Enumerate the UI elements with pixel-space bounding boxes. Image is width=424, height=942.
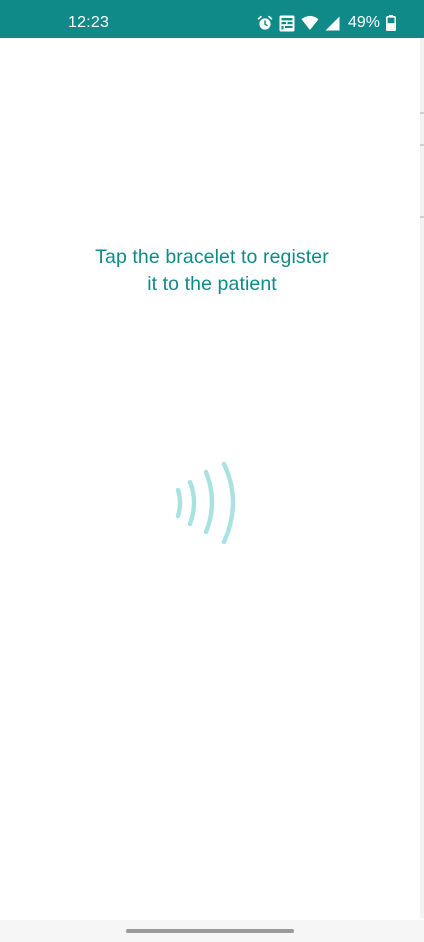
alarm-icon xyxy=(257,15,273,31)
instruction-line-1: Tap the bracelet to register xyxy=(95,246,329,268)
home-gesture-handle[interactable] xyxy=(126,929,294,933)
volte-icon xyxy=(279,15,295,32)
status-icons: 49% xyxy=(257,12,396,34)
scroll-edge-mark xyxy=(420,144,424,146)
nfc-waves-icon xyxy=(172,458,244,555)
wifi-icon xyxy=(301,15,319,31)
instruction-line-2: it to the patient xyxy=(147,273,277,295)
navigation-bar xyxy=(0,920,424,942)
signal-icon xyxy=(325,16,340,31)
battery-icon xyxy=(386,15,396,31)
instruction-text: Tap the bracelet to register it to the p… xyxy=(0,244,424,298)
battery-percent: 49% xyxy=(347,14,380,31)
status-bar: 12:23 49% xyxy=(0,0,424,38)
scroll-edge xyxy=(420,38,424,918)
status-time: 12:23 xyxy=(68,14,110,31)
scroll-edge-mark xyxy=(420,112,424,114)
scroll-edge-mark xyxy=(420,216,424,218)
